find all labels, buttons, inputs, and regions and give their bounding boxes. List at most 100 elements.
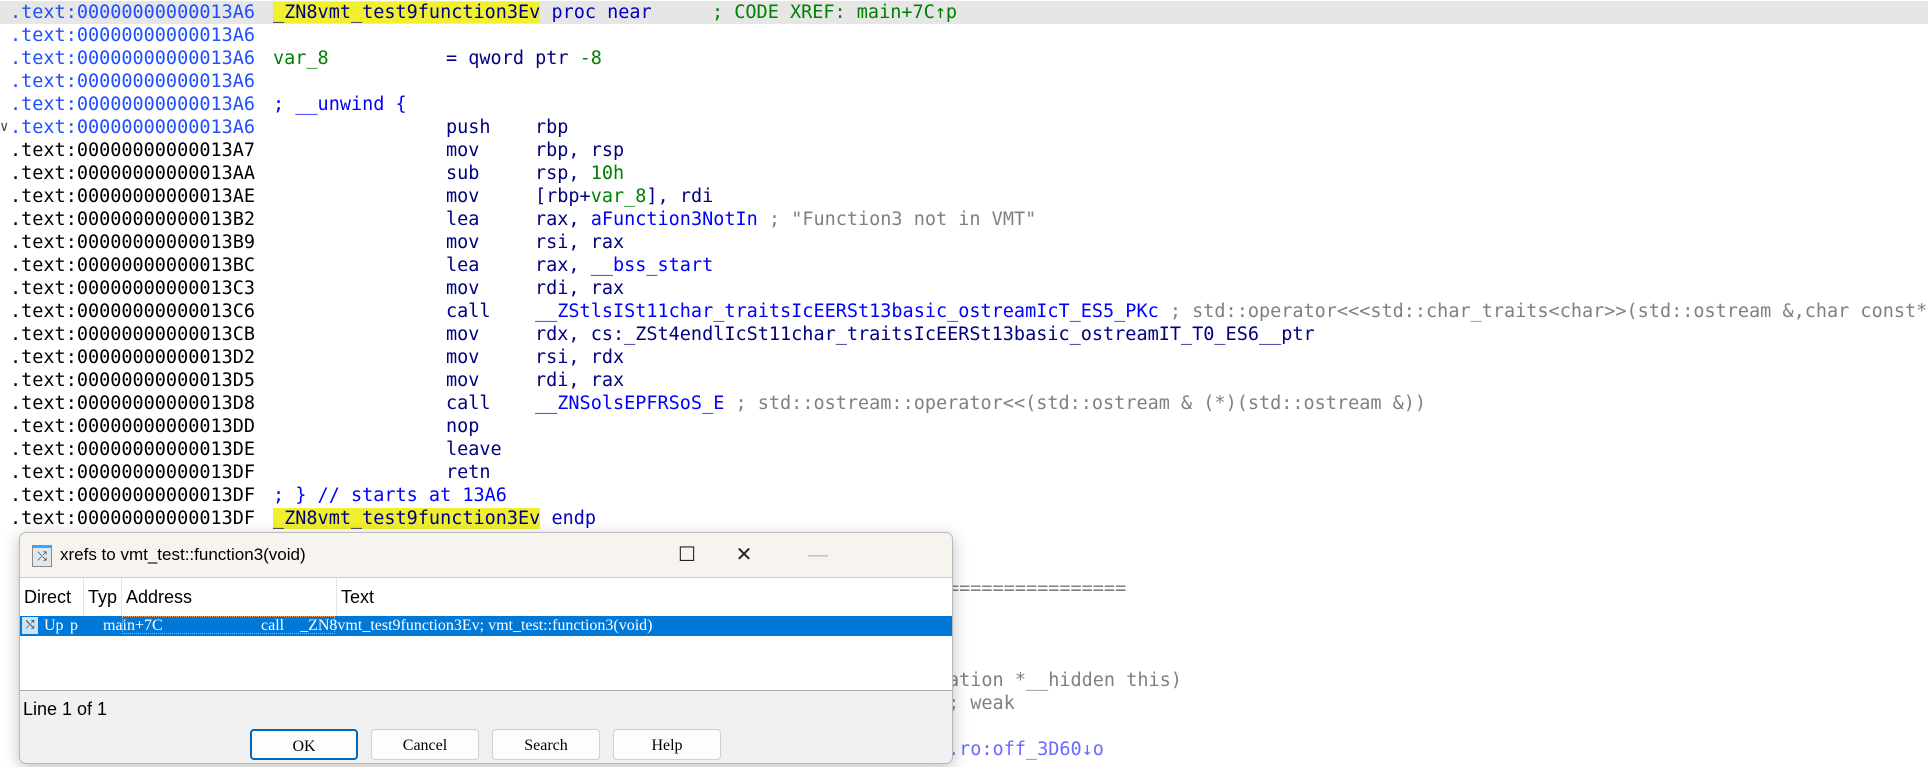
- address: .text:00000000000013DD: [10, 416, 256, 437]
- column-header-direction[interactable]: Direct: [20, 578, 84, 616]
- operand-text: rax,: [535, 255, 591, 276]
- listing-row[interactable]: .text:00000000000013A6 var_8 = qword ptr -…: [0, 47, 1928, 70]
- listing-row[interactable]: .text:00000000000013D5 mov rdi, rax: [0, 369, 1928, 392]
- operands: ; CODE XREF: main+7C↑p: [712, 1, 957, 24]
- listing-row[interactable]: .text:00000000000013A6 _ZN8vmt_test9funct…: [0, 1, 1928, 24]
- cancel-button[interactable]: Cancel: [371, 729, 479, 760]
- address: .text:00000000000013BC: [10, 255, 256, 276]
- listing-row[interactable]: .text:00000000000013B2 lea rax, aFunction3…: [0, 208, 1928, 231]
- operand-text: rbp, rsp: [535, 140, 625, 161]
- operands: [rbp+var_8], rdi: [535, 185, 713, 208]
- table-row[interactable]: ⤭ Up p main+7C call _ZN8vmt_test9functio…: [20, 616, 952, 636]
- label-group: _ZN8vmt_test9function3Ev endp: [273, 507, 596, 530]
- xref-icon: ⤭: [32, 545, 52, 567]
- operand-symbol[interactable]: __ZStlsISt11char_traitsIcEERSt13basic_os…: [535, 301, 1159, 322]
- xref-comment[interactable]: .ro:off_3D60↓o: [948, 738, 1104, 761]
- column-header-type[interactable]: Typ: [84, 578, 122, 616]
- separator-comment: ================: [948, 578, 1127, 599]
- xrefs-dialog: ⤭ xrefs to vmt_test::function3(void) — ☐…: [19, 532, 953, 764]
- listing-row[interactable]: .text:00000000000013DD nop: [0, 415, 1928, 438]
- dialog-title: xrefs to vmt_test::function3(void): [60, 545, 306, 564]
- label: ; __unwind {: [273, 94, 407, 115]
- listing-row[interactable]: .text:00000000000013CB mov rdx, cs:_ZSt4en…: [0, 323, 1928, 346]
- column-header-address[interactable]: Address: [122, 578, 337, 616]
- maximize-button[interactable]: ☐: [667, 539, 707, 571]
- operand-text-tail: ], rdi: [646, 186, 714, 207]
- address: .text:00000000000013B9: [10, 232, 256, 253]
- operand-text: rsi, rax: [535, 232, 625, 253]
- mnemonic: push: [446, 117, 491, 138]
- xrefs-table[interactable]: Direct Typ Address Text ⤭ Up p main+7C c…: [20, 577, 952, 691]
- comment: ; std::operator<<<std::char_traits<char>…: [1158, 301, 1928, 322]
- weak-comment: ; weak: [948, 693, 1015, 714]
- operands: rax, aFunction3NotIn ; "Function3 not in…: [535, 208, 1036, 231]
- listing-row[interactable]: .text:00000000000013C6 call __ZStlsISt11ch…: [0, 300, 1928, 323]
- operands: rdx, cs:_ZSt4endlIcSt11char_traitsIcEERS…: [535, 323, 1315, 346]
- address: .text:00000000000013CB: [10, 324, 256, 345]
- address: .text:00000000000013C6: [10, 301, 256, 322]
- address: .text:00000000000013DE: [10, 439, 256, 460]
- address: .text:00000000000013C3: [10, 278, 256, 299]
- listing-row[interactable]: .text:00000000000013A6 ∨ push rbp: [0, 116, 1928, 139]
- operands: rsi, rax: [535, 231, 624, 254]
- operands: __ZStlsISt11char_traitsIcEERSt13basic_os…: [535, 300, 1928, 323]
- listing-row[interactable]: .text:00000000000013AE mov [rbp+var_8], rd…: [0, 185, 1928, 208]
- listing-row[interactable]: .text:00000000000013A6 ; __unwind {: [0, 93, 1928, 116]
- text-cell: call _ZN8vmt_test9function3Ev; vmt_test:…: [261, 617, 653, 634]
- xref-icon: ⤭: [22, 617, 38, 634]
- operands: __ZNSolsEPFRSoS_E ; std::ostream::operat…: [535, 392, 1426, 415]
- dialog-titlebar[interactable]: ⤭ xrefs to vmt_test::function3(void) — ☐…: [20, 533, 952, 577]
- listing-row[interactable]: .text:00000000000013B9 mov rsi, rax: [0, 231, 1928, 254]
- listing-row[interactable]: .text:00000000000013A7 mov rbp, rsp: [0, 139, 1928, 162]
- ok-button[interactable]: OK: [250, 729, 358, 760]
- operand-symbol[interactable]: aFunction3NotIn: [591, 209, 758, 230]
- listing-row[interactable]: .text:00000000000013D2 mov rsi, rdx: [0, 346, 1928, 369]
- column-header-text[interactable]: Text: [337, 578, 952, 616]
- address-cell-text: main+7C: [103, 617, 163, 634]
- function-name-label[interactable]: _ZN8vmt_test9function3Ev: [273, 2, 541, 23]
- directive: endp: [540, 508, 597, 529]
- listing-row[interactable]: .text:00000000000013DF ; } // starts at 1…: [0, 484, 1928, 507]
- listing-row[interactable]: .text:00000000000013DE leave: [0, 438, 1928, 461]
- listing-row[interactable]: .text:00000000000013BC lea rax, __bss_star…: [0, 254, 1928, 277]
- operand-symbol[interactable]: __bss_start: [591, 255, 714, 276]
- declaration-type: = qword ptr: [446, 48, 580, 69]
- address: .text:00000000000013D2: [10, 347, 256, 368]
- status-line: Line 1 of 1: [23, 699, 108, 719]
- operands: rsp, 10h: [535, 162, 624, 185]
- mnemonic: call: [446, 393, 491, 414]
- operand-text: rsp,: [535, 163, 591, 184]
- listing-row[interactable]: .text:00000000000013C3 mov rdi, rax: [0, 277, 1928, 300]
- label: ; } // starts at 13A6: [273, 485, 507, 506]
- mnemonic: mov: [446, 140, 480, 161]
- listing-row[interactable]: .text:00000000000013AA sub rsp, 10h: [0, 162, 1928, 185]
- listing-row[interactable]: .text:00000000000013D8 call __ZNSolsEPFRSo…: [0, 392, 1928, 415]
- operands: rdi, rax: [535, 277, 624, 300]
- help-button[interactable]: Help: [613, 729, 721, 760]
- search-button[interactable]: Search: [492, 729, 600, 760]
- type-cell: p: [70, 617, 78, 634]
- address: .text:00000000000013AA: [10, 163, 256, 184]
- operand-variable[interactable]: var_8: [591, 186, 647, 207]
- mnemonic: mov: [446, 370, 480, 391]
- listing-row[interactable]: .text:00000000000013DF retn: [0, 461, 1928, 484]
- function-name-label[interactable]: _ZN8vmt_test9function3Ev: [273, 508, 541, 529]
- operand-symbol[interactable]: __ZNSolsEPFRSoS_E: [535, 393, 724, 414]
- operand-text: [rbp+: [535, 186, 591, 207]
- comment: ; "Function3 not in VMT": [757, 209, 1037, 230]
- address: .text:00000000000013DF: [10, 485, 256, 506]
- label-group: ; } // starts at 13A6: [273, 484, 507, 507]
- hidden-this-comment: ation *__hidden this): [948, 670, 1182, 691]
- operand-number: 10h: [590, 163, 625, 184]
- address: .text:00000000000013A6: [10, 2, 256, 23]
- listing-row[interactable]: .text:00000000000013DF _ZN8vmt_test9funct…: [0, 507, 1928, 530]
- direction-cell: Up: [44, 617, 64, 634]
- minimize-button[interactable]: —: [798, 539, 838, 571]
- mnemonic: leave: [446, 439, 502, 460]
- close-button[interactable]: ✕: [724, 539, 764, 571]
- mnemonic: mov: [446, 324, 480, 345]
- listing-row[interactable]: .text:00000000000013A6: [0, 24, 1928, 47]
- listing-row[interactable]: .text:00000000000013A6: [0, 70, 1928, 93]
- mnemonic: lea: [446, 255, 480, 276]
- collapse-chevron-icon: ∨: [0, 119, 9, 135]
